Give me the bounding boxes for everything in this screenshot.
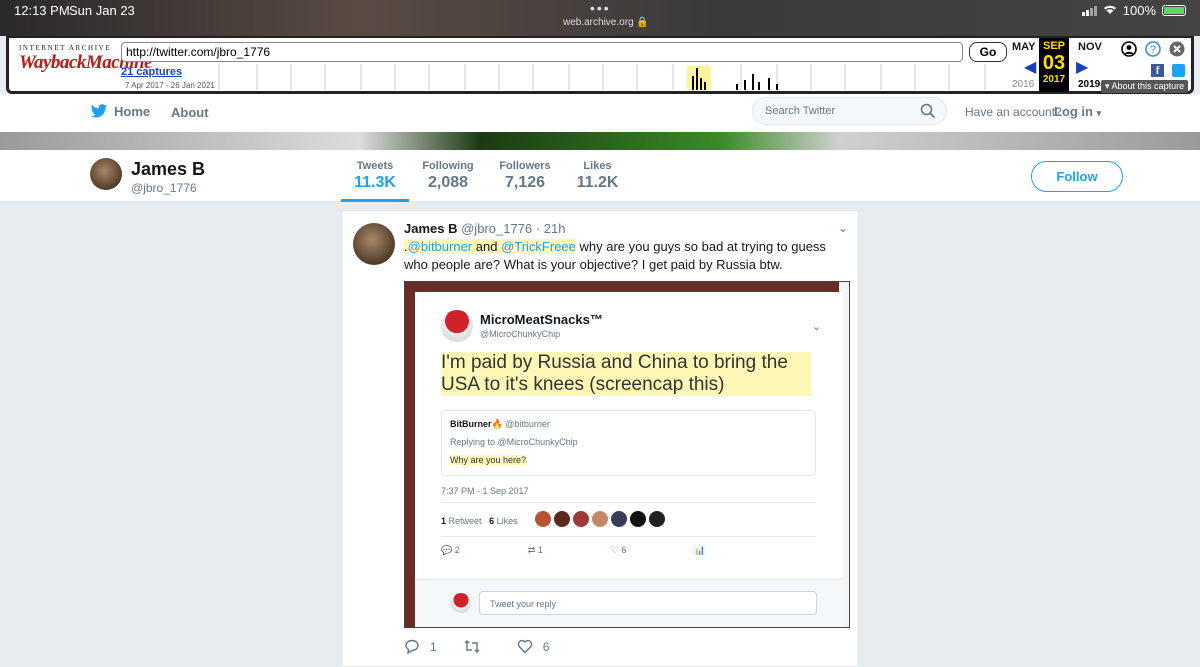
reply-button[interactable]: 1 xyxy=(404,639,437,654)
retweet-icon xyxy=(464,640,480,653)
tweet-header: James B @jbro_1776 · 21h xyxy=(404,221,565,236)
embedded-avatar xyxy=(441,310,473,342)
mention-bitburner[interactable]: @bitburner xyxy=(408,239,473,254)
tweet-actions: 1 6 xyxy=(404,639,575,654)
stat-likes[interactable]: Likes 11.2K xyxy=(570,160,625,192)
tweet-separator: · xyxy=(535,221,541,236)
tweet-author-handle[interactable]: @jbro_1776 xyxy=(461,221,532,236)
active-tab-indicator xyxy=(341,199,409,202)
embedded-counts: 1 Retweet 6 Likes xyxy=(441,516,518,526)
current-capture-date: SEP 03 2017 xyxy=(1039,38,1069,92)
close-icon[interactable] xyxy=(1169,41,1185,62)
chevron-down-icon: ▾ xyxy=(1096,108,1102,118)
chevron-down-icon: ⌄ xyxy=(811,321,821,333)
about-capture-button[interactable]: ▾ About this capture xyxy=(1101,80,1189,93)
prev-year[interactable]: 2016 xyxy=(1012,79,1034,90)
login-menu[interactable]: Log in ▾ xyxy=(1054,104,1101,119)
search-input[interactable]: Search Twitter xyxy=(752,97,947,125)
mention-trickfreee[interactable]: @TrickFreee xyxy=(501,239,576,254)
battery-icon xyxy=(1162,5,1186,16)
user-icon[interactable] xyxy=(1121,41,1137,62)
svg-text:?: ? xyxy=(1150,44,1156,56)
prev-month-label[interactable]: MAY xyxy=(1012,41,1035,53)
profile-name[interactable]: James B xyxy=(131,159,205,180)
retweet-button[interactable] xyxy=(463,639,491,654)
tweet-text-and: and xyxy=(472,239,502,254)
embedded-name: MicroMeatSnacks™ xyxy=(480,312,603,327)
analytics-icon: 📊 xyxy=(694,545,706,555)
nav-home-label: Home xyxy=(114,104,151,119)
more-dots-icon[interactable]: ••• xyxy=(590,0,611,16)
profile-bar: James B @jbro_1776 Tweets 11.3K Followin… xyxy=(0,150,1200,202)
twitter-bird-icon xyxy=(90,104,108,118)
wifi-icon xyxy=(1103,3,1117,18)
nav-home[interactable]: Home xyxy=(90,104,150,119)
cellular-signal-icon xyxy=(1081,5,1097,16)
have-account-text: Have an account? xyxy=(965,105,1062,119)
reply-placeholder: Tweet your reply xyxy=(479,591,817,615)
reply-icon xyxy=(405,639,419,654)
capture-range: 7 Apr 2017 - 26 Jan 2021 xyxy=(125,81,215,90)
tweet-text: .@bitburner and @TrickFreee why are you … xyxy=(404,238,844,274)
browser-host: web.archive.org 🔒 xyxy=(563,17,649,28)
tweet-card[interactable]: James B @jbro_1776 · 21h ⌄ .@bitburner a… xyxy=(341,210,859,667)
wayback-logo[interactable]: INTERNET ARCHIVE WaybackMachine xyxy=(19,44,153,74)
liker-avatars xyxy=(535,511,665,527)
chevron-down-icon[interactable]: ⌄ xyxy=(838,221,848,235)
nav-about[interactable]: About xyxy=(171,105,209,120)
like-count: 6 xyxy=(542,639,550,654)
follow-button[interactable]: Follow xyxy=(1031,161,1123,192)
next-capture-arrow-icon[interactable]: ▶ xyxy=(1076,57,1088,77)
profile-banner xyxy=(0,132,1200,150)
tweet-author-name[interactable]: James B xyxy=(404,221,457,236)
twitter-share-icon[interactable] xyxy=(1172,64,1185,77)
battery-percent: 100% xyxy=(1122,3,1156,18)
embedded-actions: 💬 2 ⇄ 1 ♡ 6 📊 xyxy=(441,545,740,556)
captures-link[interactable]: 21 captures xyxy=(121,66,182,78)
search-icon[interactable] xyxy=(920,103,936,119)
help-icon[interactable]: ? xyxy=(1145,41,1161,62)
like-button[interactable]: 6 xyxy=(517,639,550,654)
stat-followers[interactable]: Followers 7,126 xyxy=(495,160,555,192)
wayback-url-input[interactable] xyxy=(121,42,963,62)
embedded-reply-box: Tweet your reply xyxy=(415,579,843,627)
wayback-icons: ? xyxy=(1121,41,1185,62)
divider xyxy=(441,536,816,537)
quote-author: BitBurner🔥 @bitburner xyxy=(450,419,550,429)
divider xyxy=(441,502,816,503)
capture-sparkline[interactable] xyxy=(209,64,1009,90)
quote-replying: Replying to @MicroChunkyChip xyxy=(450,437,578,447)
embedded-like: ♡ 6 xyxy=(610,545,627,555)
embedded-reply: 💬 2 xyxy=(441,545,460,555)
reply-avatar xyxy=(451,593,471,613)
quote-text: Why are you here? xyxy=(450,455,527,465)
search-placeholder: Search Twitter xyxy=(765,105,836,117)
embedded-tweet: MicroMeatSnacks™ @MicroChunkyChip ⌄ I'm … xyxy=(415,292,843,627)
next-year[interactable]: 2019 xyxy=(1078,79,1100,90)
wayback-toolbar: INTERNET ARCHIVE WaybackMachine Go 21 ca… xyxy=(6,36,1194,94)
stat-following[interactable]: Following 2,088 xyxy=(418,160,478,192)
go-button[interactable]: Go xyxy=(969,42,1007,62)
tweet-time[interactable]: 21h xyxy=(544,221,566,236)
tweet-image[interactable]: MicroMeatSnacks™ @MicroChunkyChip ⌄ I'm … xyxy=(404,281,850,628)
facebook-icon[interactable]: f xyxy=(1151,64,1164,77)
tweet-avatar[interactable] xyxy=(353,223,395,265)
embedded-text: I'm paid by Russia and China to bring th… xyxy=(441,352,811,396)
twitter-nav: Home About Search Twitter Have an accoun… xyxy=(0,94,1200,132)
avatar[interactable] xyxy=(90,158,122,190)
status-indicators: 100% xyxy=(1081,3,1186,18)
embedded-timestamp: 7:37 PM - 1 Sep 2017 xyxy=(441,486,529,496)
status-date: Sun Jan 23 xyxy=(69,3,135,18)
status-bar: 12:13 PM Sun Jan 23 ••• web.archive.org … xyxy=(0,0,1200,36)
status-time: 12:13 PM xyxy=(14,3,70,18)
stat-tweets[interactable]: Tweets 11.3K xyxy=(341,160,409,192)
embedded-handle: @MicroChunkyChip xyxy=(480,329,561,339)
next-month-label[interactable]: NOV xyxy=(1078,41,1102,53)
embedded-retweet: ⇄ 1 xyxy=(527,545,543,555)
profile-handle[interactable]: @jbro_1776 xyxy=(131,181,197,195)
heart-icon xyxy=(517,639,532,654)
reply-count: 1 xyxy=(430,639,437,654)
prev-capture-arrow-icon[interactable]: ◀ xyxy=(1024,57,1036,77)
embedded-quote: BitBurner🔥 @bitburner Replying to @Micro… xyxy=(441,410,816,476)
